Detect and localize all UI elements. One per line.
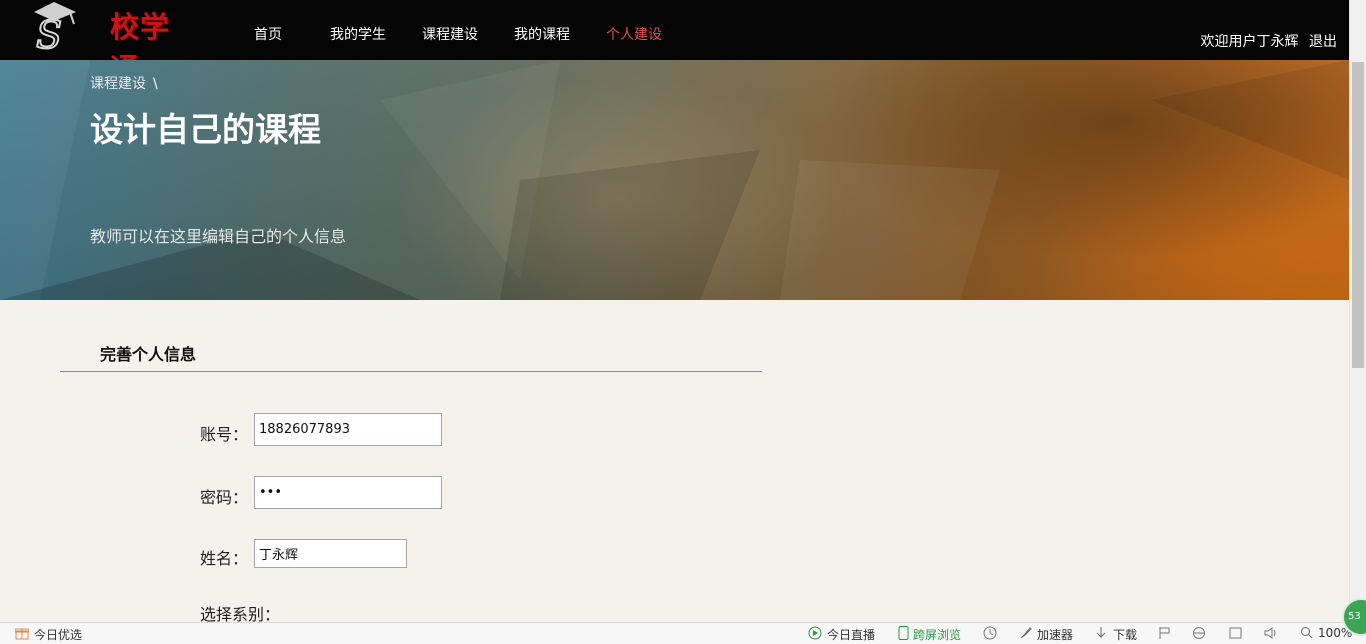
nav-item-course-building[interactable]: 课程建设 [422,24,478,44]
accelerator-link[interactable]: 加速器 [1037,626,1073,643]
gift-icon [14,626,30,643]
password-label: 密码： [200,488,249,507]
top-navbar: S 校学通 首页 我的学生 课程建设 我的课程 个人建设 欢迎用户丁永辉 退出 [0,0,1349,86]
page-subtitle: 教师可以在这里编辑自己的个人信息 [90,227,347,246]
history-icon[interactable] [983,626,997,643]
phone-icon [898,626,909,643]
graduation-cap-s-icon: S [34,2,76,52]
brand-logo[interactable]: S 校学通 [30,0,190,86]
page-title: 设计自己的课程 [90,110,321,149]
breadcrumb: 课程建设 \ [90,73,158,93]
zoom-icon [1300,626,1313,643]
section-divider [60,371,762,372]
nav-item-personal-building[interactable]: 个人建设 [606,24,662,44]
section-title: 完善个人信息 [100,345,197,364]
welcome-text: 欢迎用户丁永辉 [1200,34,1299,50]
account-input[interactable] [254,413,442,446]
today-picks-link[interactable]: 今日优选 [34,626,82,643]
nav-item-home[interactable]: 首页 [254,24,282,44]
breadcrumb-course-building[interactable]: 课程建设 [90,76,146,92]
password-input[interactable] [254,476,442,509]
page-banner: 课程建设 \ 设计自己的课程 教师可以在这里编辑自己的个人信息 [0,60,1349,300]
banner-shade [0,60,1349,300]
window-icon[interactable] [1229,626,1242,643]
scrollbar-thumb[interactable] [1352,62,1364,368]
account-label: 账号： [200,425,249,444]
download-icon [1095,626,1107,643]
ie-icon[interactable] [1192,626,1206,643]
today-live-link[interactable]: 今日直播 [827,626,875,643]
nav-item-my-courses[interactable]: 我的课程 [514,24,570,44]
browser-statusbar: 今日优选 今日直播 跨屏浏览 加速器 下载 100% [0,622,1366,644]
rocket-icon [1019,626,1033,643]
nav-item-my-students[interactable]: 我的学生 [330,24,386,44]
download-link[interactable]: 下载 [1113,626,1137,643]
svg-text:S: S [36,13,62,52]
breadcrumb-separator: \ [153,76,158,92]
speaker-icon[interactable] [1264,626,1278,643]
cross-screen-link[interactable]: 跨屏浏览 [913,626,961,643]
flag-icon[interactable] [1158,626,1171,643]
page-scrollbar[interactable] [1349,0,1366,622]
name-label: 姓名： [200,549,249,568]
name-input[interactable] [254,539,407,568]
user-area: 欢迎用户丁永辉 退出 [1195,31,1337,51]
play-icon [808,626,822,643]
logout-link[interactable]: 退出 [1309,34,1337,50]
